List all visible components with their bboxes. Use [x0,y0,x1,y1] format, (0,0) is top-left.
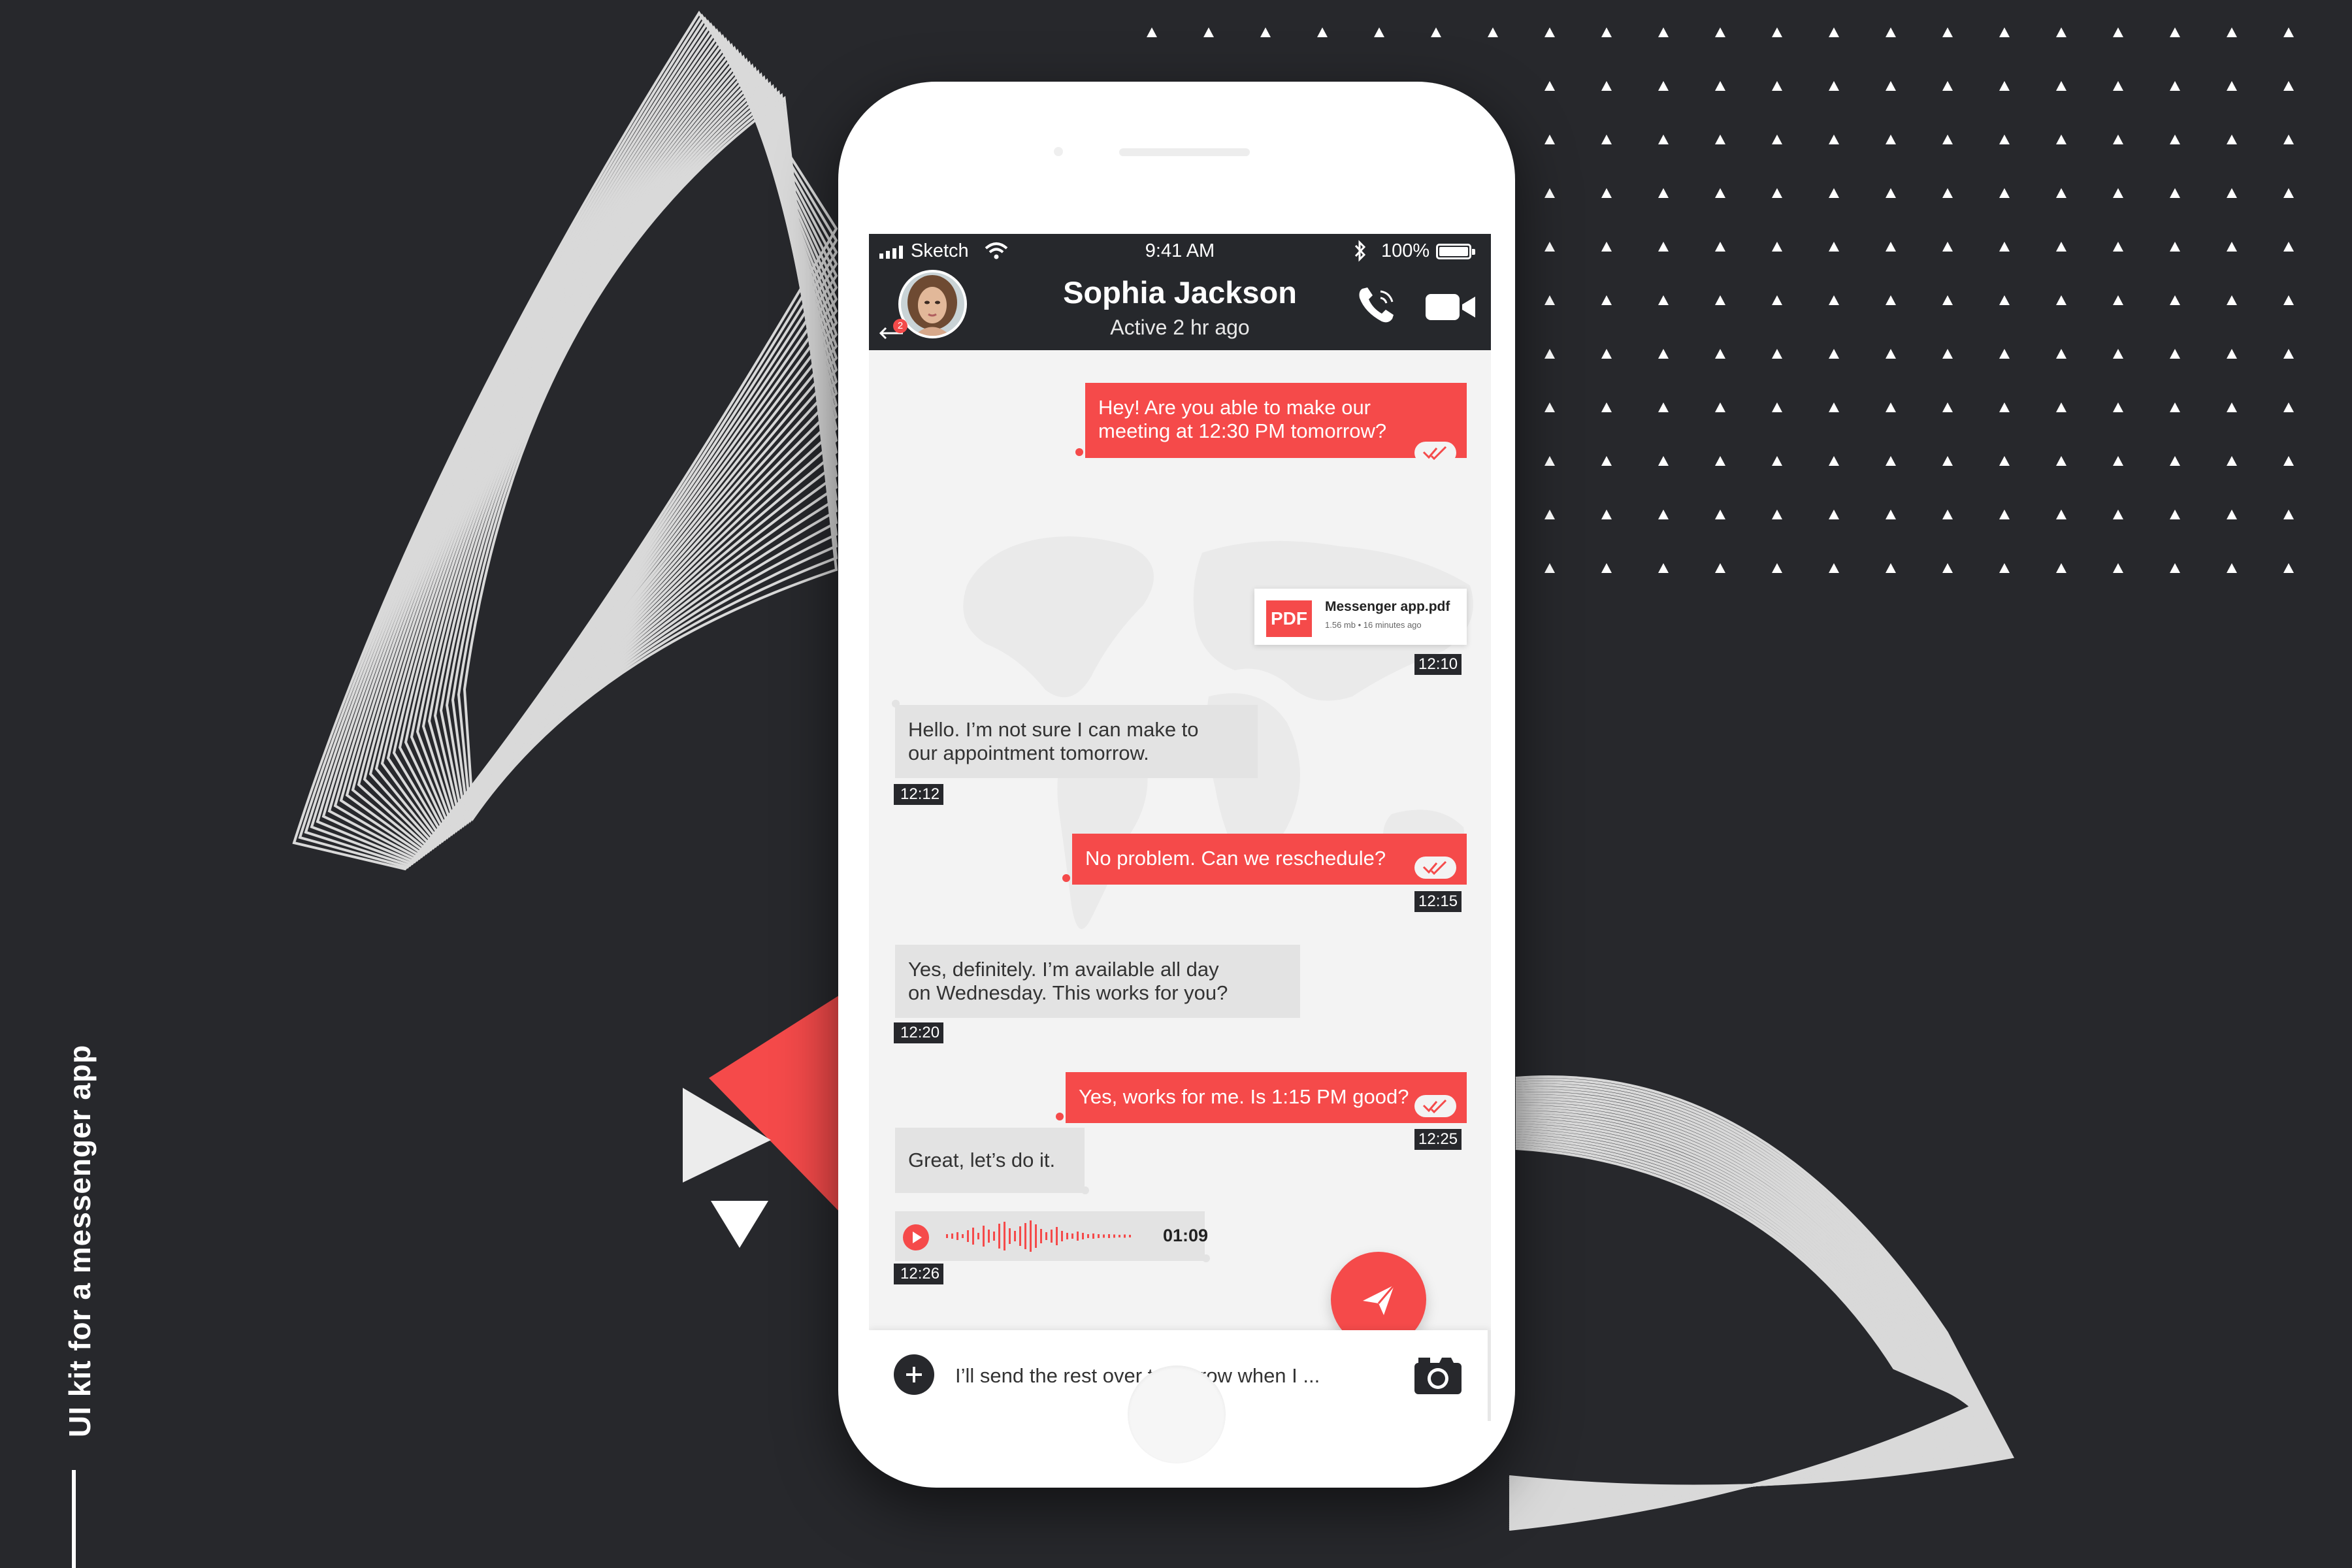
file-attachment[interactable]: PDF Messenger app.pdf 1.56 mb • 16 minut… [1254,589,1467,645]
message-timestamp: 12:10 [1414,654,1462,675]
battery-percentage: 100% [1381,240,1430,261]
message-text: No problem. Can we reschedule? [1085,847,1386,870]
read-check-icon [1414,1095,1456,1117]
incoming-message[interactable]: Great, let’s do it. [895,1128,1085,1193]
down-triangle-shape [711,1201,768,1248]
message-timestamp: 12:25 [1414,1129,1462,1150]
outgoing-message[interactable]: No problem. Can we reschedule? [1072,834,1467,885]
message-text: our appointment tomorrow. [908,742,1149,764]
front-camera [1054,147,1063,156]
battery-icon [1436,244,1475,259]
chat-screen: Sketch 9:41 AM 100% 2 Sophia Jackson Act… [869,234,1491,1421]
play-icon[interactable] [903,1224,929,1250]
voice-message[interactable]: 01:09 [895,1211,1209,1261]
bubble-tail [1202,1254,1210,1262]
line-wave-artwork-right [1509,1075,2015,1531]
home-button[interactable] [1128,1365,1226,1463]
message-text: Yes, definitely. I’m available all day [908,958,1219,981]
message-text: Hello. I’m not sure I can make to [908,718,1199,741]
pdf-file-icon: PDF [1266,600,1312,637]
video-camera-icon[interactable] [1424,291,1477,323]
bubble-tail [1056,1113,1064,1120]
read-check-icon [1414,857,1456,879]
composer-edge [1488,1330,1491,1421]
message-text: on Wednesday. This works for you? [908,981,1228,1004]
message-timestamp: 12:20 [894,1022,944,1043]
phone-icon[interactable] [1356,285,1399,325]
bubble-tail [1062,874,1070,882]
outgoing-message[interactable]: Yes, works for me. Is 1:15 PM good? [1066,1072,1467,1123]
side-divider [72,1470,76,1568]
file-meta: 1.56 mb • 16 minutes ago [1325,620,1422,630]
side-caption: UI kit for a messenger app [63,1044,97,1437]
message-list[interactable]: Hey! Are you able to make our meeting at… [869,350,1491,1347]
line-wave-artwork-left [292,10,838,871]
message-timestamp: 12:15 [1414,891,1462,912]
file-name: Messenger app.pdf [1325,599,1450,614]
camera-icon[interactable] [1413,1355,1463,1396]
incoming-message[interactable]: Yes, definitely. I’m available all day o… [895,945,1300,1018]
status-bar: Sketch 9:41 AM 100% [869,234,1491,270]
phone-mockup: Sketch 9:41 AM 100% 2 Sophia Jackson Act… [838,82,1515,1488]
incoming-message[interactable]: Hello. I’m not sure I can make to our ap… [895,705,1258,778]
message-text: meeting at 12:30 PM tomorrow? [1098,419,1387,442]
send-icon [1363,1284,1396,1315]
plus-icon[interactable] [894,1354,934,1395]
bubble-tail [1081,1186,1089,1194]
chat-header: Sketch 9:41 AM 100% 2 Sophia Jackson Act… [869,234,1491,350]
outgoing-message[interactable]: Hey! Are you able to make our meeting at… [1085,383,1467,458]
bubble-tail [1075,448,1083,456]
bluetooth-icon [1354,240,1366,262]
earpiece-speaker [1119,148,1250,156]
message-text: Hey! Are you able to make our [1098,396,1371,419]
audio-waveform [946,1220,1131,1252]
voice-duration: 01:09 [1163,1226,1209,1245]
message-text: Great, let’s do it. [908,1149,1056,1171]
message-timestamp: 12:26 [894,1264,944,1284]
red-triangle-shape [709,993,843,1215]
read-check-icon [1414,442,1456,464]
message-text: Yes, works for me. Is 1:15 PM good? [1079,1085,1409,1108]
message-timestamp: 12:12 [894,784,944,805]
